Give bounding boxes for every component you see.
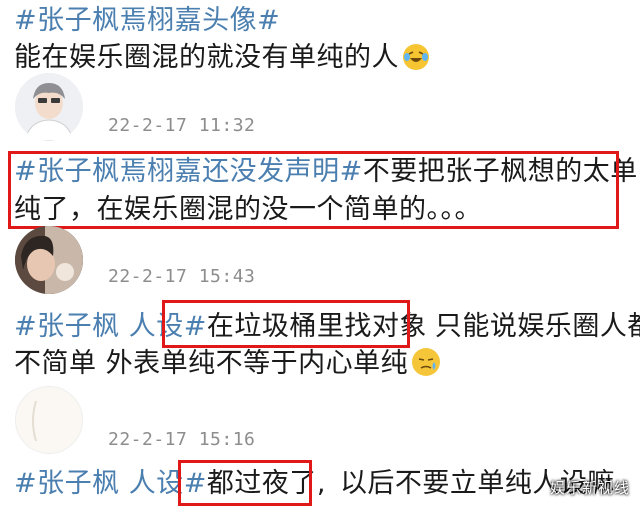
- avatar[interactable]: [15, 226, 83, 294]
- comment-3-line-2: 不简单 外表单纯不等于内心单纯: [14, 347, 441, 381]
- comment-text: 只能说娱乐圈人都: [434, 311, 640, 342]
- comment-text: 不简单 外表单纯不等于内心单纯: [14, 348, 409, 379]
- timestamp: 22-2-17 15:43: [108, 266, 256, 287]
- comment-4-line-1: #张子枫 人设#都过夜了, 以后不要立单纯人设嘛: [14, 467, 615, 501]
- avatar[interactable]: [15, 386, 83, 454]
- highlight-box: [162, 300, 410, 348]
- comment-1-line-2: 能在娱乐圈混的就没有单纯的人: [14, 41, 429, 75]
- laughing-crying-emoji-icon: [403, 44, 429, 70]
- timestamp: 22-2-17 11:32: [108, 115, 256, 136]
- timestamp: 22-2-17 15:16: [108, 429, 256, 450]
- comment-1-line-1: #张子枫焉栩嘉头像#: [14, 4, 280, 38]
- highlight-box: [8, 151, 619, 229]
- highlight-box: [178, 460, 312, 506]
- avatar[interactable]: [15, 73, 83, 141]
- hashtag-link[interactable]: #张子枫焉栩嘉头像#: [14, 5, 280, 36]
- sweating-emoji-icon: [412, 348, 441, 376]
- comment-text: 能在娱乐圈混的就没有单纯的人: [14, 42, 399, 73]
- watermark: 娱乐新视线: [549, 479, 630, 497]
